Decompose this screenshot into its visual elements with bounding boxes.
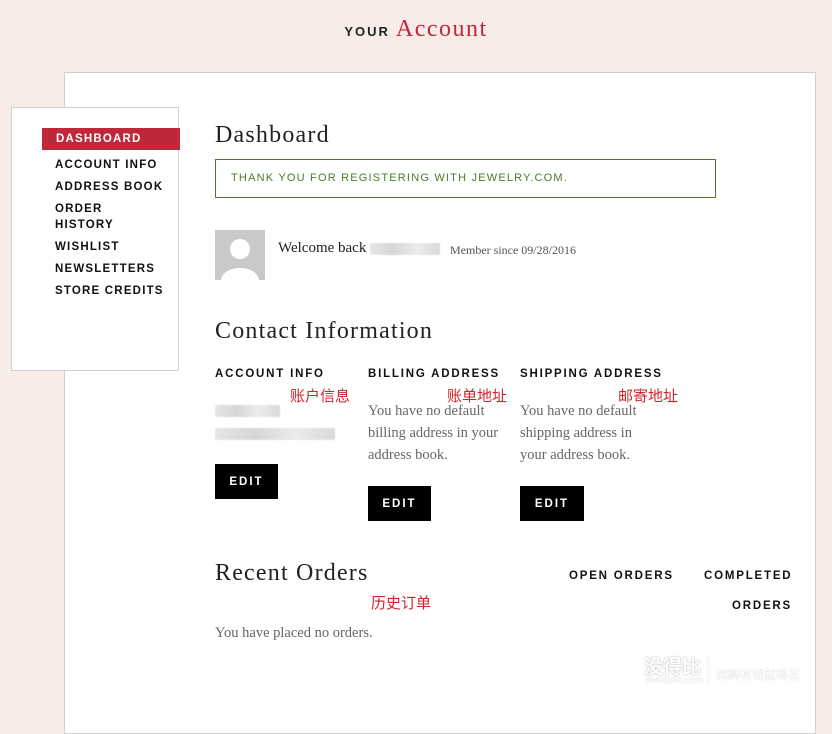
registration-notice: THANK YOU FOR REGISTERING WITH JEWELRY.C… <box>215 159 716 198</box>
shipping-address-text: You have no default shipping address in … <box>520 403 637 463</box>
sidebar-item-address-book[interactable]: ADDRESS BOOK <box>42 179 165 195</box>
redacted-name <box>215 405 280 417</box>
recent-orders-heading: Recent Orders <box>215 560 369 586</box>
dashboard-heading: Dashboard <box>215 122 330 148</box>
watermark-slogan: 网购有钱就得花 <box>716 668 801 682</box>
watermark: 没得比 Meidebi.com 网购有钱就得花 <box>644 652 824 692</box>
redacted-username <box>370 242 441 255</box>
account-sidebar: DASHBOARD ACCOUNT INFO ADDRESS BOOK ORDE… <box>11 107 180 371</box>
redacted-email <box>215 428 335 440</box>
tab-completed-orders-line2: ORDERS <box>732 600 793 612</box>
account-info-label: ACCOUNT INFO <box>215 368 325 380</box>
tab-completed-orders-line2-wrap[interactable]: ORDERS <box>732 600 792 612</box>
watermark-logo: 没得比 <box>644 656 702 678</box>
page-header-prefix: your <box>344 24 390 39</box>
sidebar-item-dashboard[interactable]: DASHBOARD <box>42 128 180 150</box>
recent-orders-annotation: 历史订单 <box>371 594 432 612</box>
avatar <box>215 230 265 280</box>
welcome-text: Welcome back <box>278 240 367 256</box>
tab-open-orders[interactable]: OPEN ORDERS <box>569 570 674 582</box>
page-header: your Account <box>0 16 832 43</box>
no-orders-text: You have placed no orders. <box>215 625 373 641</box>
sidebar-item-wishlist[interactable]: WISHLIST <box>42 239 165 255</box>
account-info-annotation: 账户信息 <box>290 387 351 405</box>
sidebar-item-newsletters[interactable]: NEWSLETTERS <box>42 261 165 277</box>
sidebar-item-order-history[interactable]: ORDER HISTORY <box>42 201 165 233</box>
user-silhouette-icon <box>215 230 265 280</box>
sidebar-item-store-credits[interactable]: STORE CREDITS <box>42 283 165 299</box>
tab-completed-orders-line1: COMPLETED <box>704 570 793 582</box>
watermark-url: Meidebi.com <box>646 676 704 686</box>
tab-completed-orders[interactable]: COMPLETED <box>704 570 792 582</box>
edit-shipping-address-button[interactable]: EDIT <box>520 486 584 521</box>
watermark-divider <box>708 656 709 684</box>
billing-address-text: You have no default billing address in y… <box>368 403 499 463</box>
member-since: Member since 09/28/2016 <box>450 243 576 257</box>
shipping-address-label: SHIPPING ADDRESS <box>520 368 663 380</box>
edit-account-info-button[interactable]: EDIT <box>215 464 278 499</box>
edit-billing-address-button[interactable]: EDIT <box>368 486 431 521</box>
contact-heading: Contact Information <box>215 318 434 344</box>
billing-address-label: BILLING ADDRESS <box>368 368 500 380</box>
welcome-message: Welcome back <box>278 240 441 257</box>
page-title: Account <box>395 16 488 42</box>
sidebar-item-account-info[interactable]: ACCOUNT INFO <box>42 157 165 173</box>
